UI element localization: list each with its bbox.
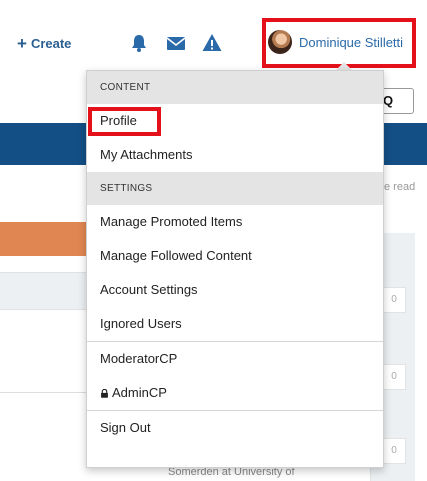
user-menu-toggle[interactable]: Dominique Stilletti	[268, 30, 403, 54]
create-button[interactable]: + Create	[17, 33, 72, 53]
orange-banner	[0, 222, 86, 256]
lock-icon	[101, 389, 108, 398]
menu-item-moderatorcp[interactable]: ModeratorCP	[87, 342, 383, 376]
bell-icon[interactable]	[129, 33, 149, 53]
reply-count: 0	[382, 287, 406, 313]
user-dropdown-menu: CONTENT Profile My Attachments SETTINGS …	[86, 70, 384, 468]
menu-item-account-settings[interactable]: Account Settings	[87, 273, 383, 307]
reply-count: 0	[382, 438, 406, 464]
section-header-content: CONTENT	[87, 71, 383, 104]
menu-item-my-attachments[interactable]: My Attachments	[87, 138, 383, 172]
plus-icon: +	[17, 33, 27, 53]
table-row	[0, 272, 86, 310]
menu-item-sign-out[interactable]: Sign Out	[87, 411, 383, 445]
search-icon: Q	[383, 93, 394, 108]
envelope-icon[interactable]	[166, 33, 186, 53]
section-header-settings: SETTINGS	[87, 172, 383, 205]
menu-item-manage-followed[interactable]: Manage Followed Content	[87, 239, 383, 273]
menu-item-manage-promoted[interactable]: Manage Promoted Items	[87, 205, 383, 239]
menu-item-profile[interactable]: Profile	[87, 104, 383, 138]
menu-item-ignored-users[interactable]: Ignored Users	[87, 307, 383, 341]
reply-count: 0	[382, 364, 406, 390]
avatar	[268, 30, 292, 54]
warning-icon[interactable]	[202, 33, 222, 53]
read-status-text: e read	[384, 181, 416, 193]
menu-item-admincp[interactable]: AdminCP	[87, 376, 383, 410]
divider	[0, 392, 86, 393]
admincp-label: AdminCP	[112, 385, 167, 400]
user-name: Dominique Stilletti	[299, 34, 404, 50]
create-label: Create	[30, 36, 72, 51]
